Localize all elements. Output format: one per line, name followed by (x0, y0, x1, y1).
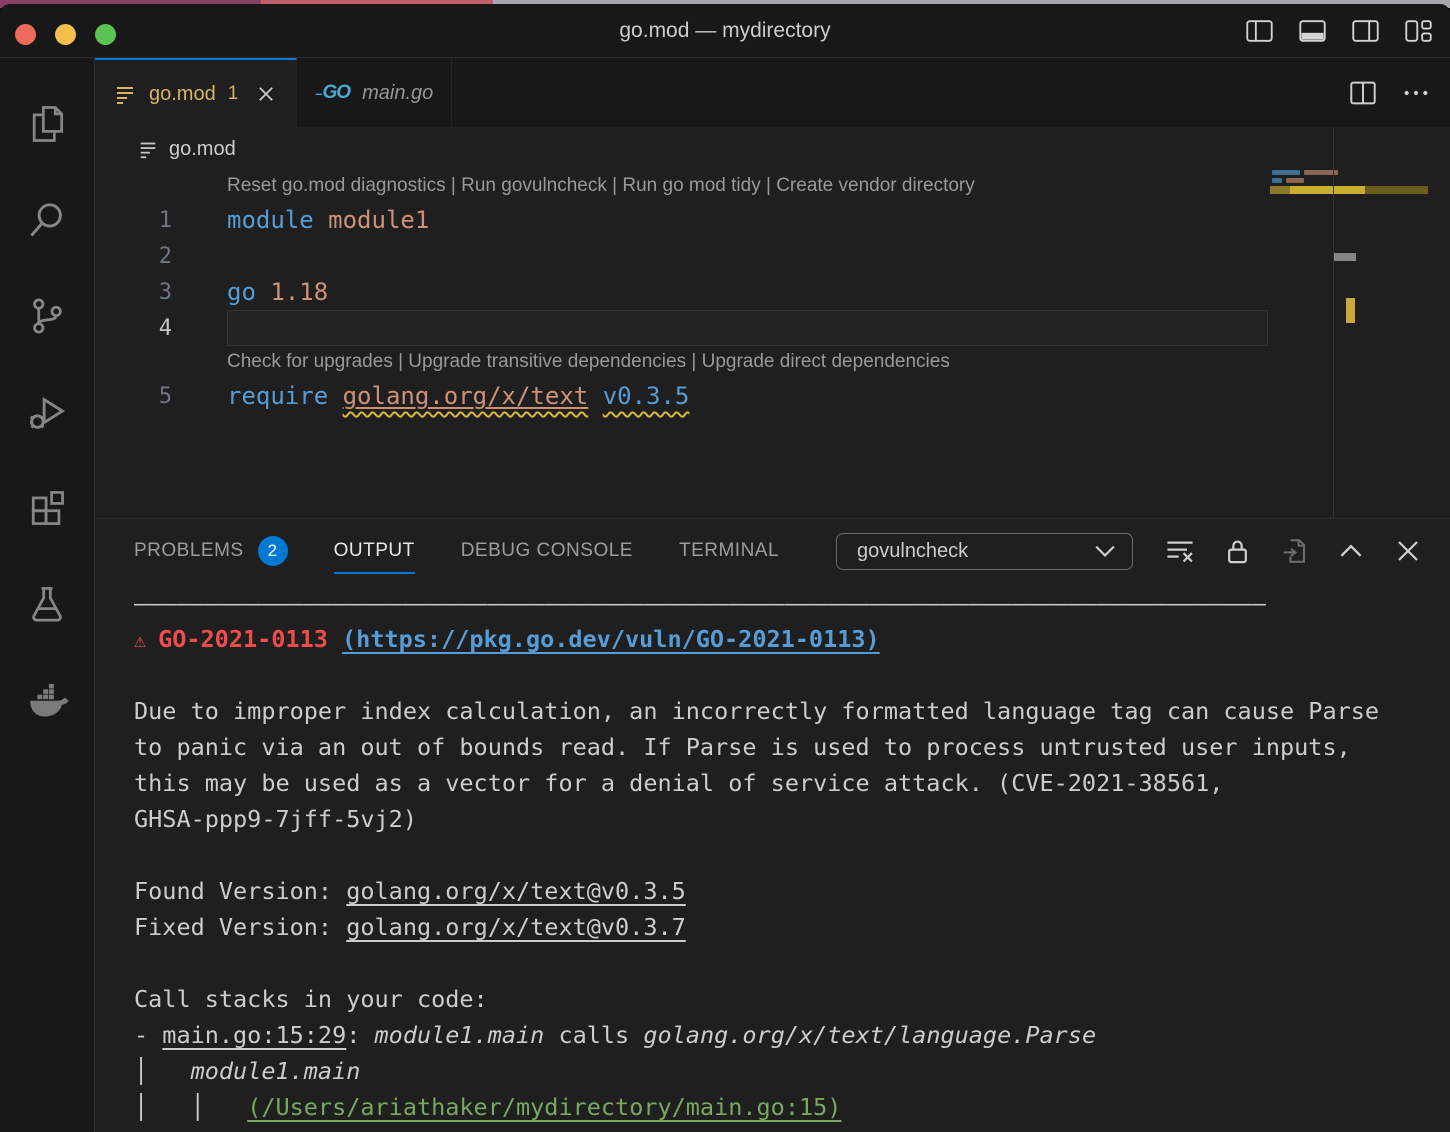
line-number: 2 (95, 244, 172, 269)
fixed-version-link[interactable]: golang.org/x/text@v0.3.7 (346, 913, 686, 941)
output-vuln-header: ⚠ GO-2021-0113 (https://pkg.go.dev/vuln/… (134, 621, 1450, 657)
callstack-location-link[interactable]: main.go:15:29 (162, 1021, 346, 1049)
testing-flask-icon[interactable] (17, 556, 77, 652)
tab-main-go[interactable]: –GO main.go (297, 58, 452, 128)
layout-controls (1245, 4, 1432, 58)
go-file-icon: –GO (315, 82, 350, 104)
callstack-file-link[interactable]: (/Users/ariathaker/mydirectory/main.go:1… (247, 1093, 841, 1121)
tab-label: main.go (362, 82, 433, 105)
codelens-gomod-actions[interactable]: Reset go.mod diagnostics | Run govulnche… (227, 170, 1450, 202)
more-actions-icon[interactable] (1402, 81, 1430, 105)
tab-terminal[interactable]: TERMINAL (679, 519, 779, 583)
panel-actions: govulncheck (836, 533, 1422, 570)
panel-header: PROBLEMS 2 OUTPUT DEBUG CONSOLE TERMINAL… (95, 519, 1450, 583)
current-line-highlight (227, 310, 1268, 346)
toggle-panel-icon[interactable] (1298, 19, 1326, 43)
editor-actions (1350, 58, 1430, 128)
output-callstack-entry: - main.go:15:29: module1.main calls gola… (134, 1017, 1450, 1053)
tab-label: go.mod (149, 83, 216, 106)
output-callstack-frame: │ module1.main (134, 1053, 1450, 1089)
code-line-3[interactable]: 3 go 1.18 (95, 274, 1450, 310)
output-description-line: to panic via an out of bounds read. If P… (134, 729, 1450, 765)
clear-output-icon[interactable] (1166, 537, 1194, 565)
output-callstack-file: │ │ (/Users/ariathaker/mydirectory/main.… (134, 1089, 1450, 1125)
output-description-line: this may be used as a vector for a denia… (134, 765, 1450, 801)
docker-icon[interactable] (17, 652, 77, 748)
output-blank-line (134, 837, 1450, 873)
list-file-icon (137, 138, 159, 160)
output-description-line: GHSA-ppp9-7jff-5vj2) (134, 801, 1450, 837)
ruler-cursor-marker (1334, 253, 1356, 261)
problems-count-badge: 2 (258, 536, 288, 566)
tab-warning-badge: 1 (228, 83, 239, 105)
output-separator: ––––––––––––––––––––––––––––––––––––––––… (134, 585, 1450, 621)
codelens-upgrade-actions[interactable]: Check for upgrades | Upgrade transitive … (227, 346, 1450, 378)
chevron-down-icon (1094, 544, 1116, 558)
code-line-5[interactable]: 5 require golang.org/x/text v0.3.5 (95, 378, 1450, 414)
output-channel-select[interactable]: govulncheck (836, 533, 1133, 570)
minimap-line (1272, 170, 1338, 175)
vuln-id: GO-2021-0113 (158, 625, 342, 653)
module-link[interactable]: golang.org/x/text (343, 382, 589, 410)
tab-output[interactable]: OUTPUT (334, 519, 415, 583)
code-line-4[interactable]: 4 (95, 310, 1450, 346)
open-output-in-editor-icon[interactable] (1280, 537, 1308, 565)
tab-debug-console[interactable]: DEBUG CONSOLE (461, 519, 633, 583)
line-number: 5 (95, 384, 172, 409)
breadcrumb[interactable]: go.mod (95, 128, 1450, 170)
close-tab-icon[interactable] (254, 82, 278, 106)
explorer-icon[interactable] (17, 76, 77, 172)
output-blank-line (134, 945, 1450, 981)
window-title: go.mod — mydirectory (0, 4, 1450, 58)
breadcrumb-file: go.mod (169, 138, 236, 161)
title-bar: go.mod — mydirectory (0, 4, 1450, 58)
line-number: 4 (95, 316, 172, 341)
output-console[interactable]: ––––––––––––––––––––––––––––––––––––––––… (95, 583, 1450, 1132)
list-file-icon (113, 82, 137, 106)
line-number: 1 (95, 208, 172, 233)
tab-problems[interactable]: PROBLEMS 2 (134, 519, 288, 583)
found-version-link[interactable]: golang.org/x/text@v0.3.5 (346, 877, 686, 905)
output-found-version: Found Version: golang.org/x/text@v0.3.5 (134, 873, 1450, 909)
toggle-primary-sidebar-icon[interactable] (1245, 19, 1273, 43)
ruler-warning-marker (1346, 298, 1355, 323)
vscode-window: go.mod — mydirectory (0, 4, 1450, 1132)
run-debug-icon[interactable] (17, 364, 77, 460)
output-description-line: Due to improper index calculation, an in… (134, 693, 1450, 729)
output-callstacks-header: Call stacks in your code: (134, 981, 1450, 1017)
output-fixed-version: Fixed Version: golang.org/x/text@v0.3.7 (134, 909, 1450, 945)
split-editor-icon[interactable] (1350, 81, 1376, 105)
close-panel-icon[interactable] (1394, 537, 1422, 565)
tab-go-mod[interactable]: go.mod 1 (95, 58, 297, 128)
extensions-icon[interactable] (17, 460, 77, 556)
search-icon[interactable] (17, 172, 77, 268)
toggle-secondary-sidebar-icon[interactable] (1351, 19, 1379, 43)
editor-tab-strip: go.mod 1 –GO main.go (95, 58, 1450, 128)
lock-scrolling-icon[interactable] (1223, 537, 1251, 565)
minimap-line (1272, 178, 1304, 183)
activity-bar (0, 58, 95, 1132)
source-control-icon[interactable] (17, 268, 77, 364)
code-line-2[interactable]: 2 (95, 238, 1450, 274)
editor-pane[interactable]: go.mod Reset go.mod diagnostics | Run go… (95, 128, 1450, 518)
vuln-url-link[interactable]: (https://pkg.go.dev/vuln/GO-2021-0113) (342, 625, 880, 653)
bottom-panel: PROBLEMS 2 OUTPUT DEBUG CONSOLE TERMINAL… (95, 518, 1450, 1132)
warning-icon: ⚠ (134, 628, 158, 652)
overview-ruler (1333, 128, 1355, 518)
output-blank-line (134, 657, 1450, 693)
line-number: 3 (95, 280, 172, 305)
maximize-panel-icon[interactable] (1337, 537, 1365, 565)
customize-layout-icon[interactable] (1404, 19, 1432, 43)
code-line-1[interactable]: 1 module module1 (95, 202, 1450, 238)
